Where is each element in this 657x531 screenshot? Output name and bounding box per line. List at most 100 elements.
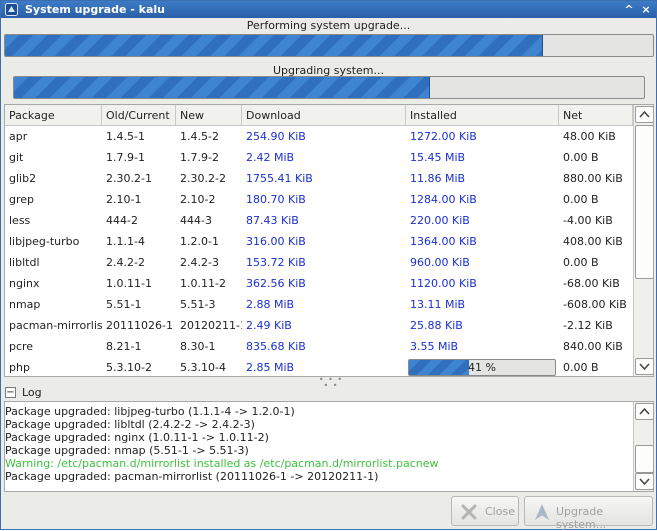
- scroll-down-button[interactable]: [635, 358, 653, 375]
- installed-size-cell: 3.55 MiB: [410, 340, 459, 353]
- table-row[interactable]: libjpeg-turbo 1.1.1-4 1.2.0-1 316.00 KiB 136…: [5, 231, 633, 252]
- table-row[interactable]: php 5.3.10-2 5.3.10-4 2.85 MiB 41 % 0.00 B: [5, 357, 633, 376]
- log-scroll-up-button[interactable]: [635, 403, 653, 420]
- main-progress-fill: [5, 35, 543, 56]
- upgrade-system-button[interactable]: Upgrade system...: [524, 496, 653, 531]
- package-cell: php: [9, 361, 30, 374]
- package-cell: nmap: [9, 298, 41, 311]
- package-cell: apr: [9, 130, 28, 143]
- new-version-cell: 2.10-2: [180, 193, 216, 206]
- chevron-down-icon: [639, 478, 650, 486]
- download-size-cell: 254.90 KiB: [246, 130, 306, 143]
- net-size-cell: 880.00 KiB: [563, 172, 623, 185]
- installed-size-cell: 13.11 MiB: [410, 298, 466, 311]
- close-button-label: Close: [485, 505, 515, 518]
- table-row[interactable]: nmap 5.51-1 5.51-3 2.88 MiB 13.11 MiB -608.00…: [5, 294, 633, 315]
- scroll-up-button[interactable]: [635, 106, 653, 123]
- log-scroll-down-button[interactable]: [635, 473, 653, 490]
- table-row[interactable]: glib2 2.30.2-1 2.30.2-2 1755.41 KiB 11.86 Mi…: [5, 168, 633, 189]
- download-size-cell: 2.88 MiB: [246, 298, 295, 311]
- log-line: Package upgraded: nginx (1.0.11-1 -> 1.0…: [5, 431, 269, 444]
- arch-logo-icon: [535, 504, 549, 520]
- log-scrollbar[interactable]: [633, 402, 653, 491]
- sub-progress-fill: [14, 77, 430, 98]
- download-size-cell: 2.49 KiB: [246, 319, 292, 332]
- net-size-cell: 0.00 B: [563, 256, 599, 269]
- table-row[interactable]: pcre 8.21-1 8.30-1 835.68 KiB 3.55 MiB 840.00…: [5, 336, 633, 357]
- download-size-cell: 835.68 KiB: [246, 340, 306, 353]
- old-version-cell: 2.4.2-2: [106, 256, 145, 269]
- installed-size-cell: 1284.00 KiB: [410, 193, 477, 206]
- new-version-cell: 1.0.11-2: [180, 277, 226, 290]
- log-view[interactable]: Package upgraded: libjpeg-turbo (1.1.1-4…: [4, 401, 654, 492]
- title-bar: System upgrade - kalu ^ ×: [1, 1, 656, 18]
- close-button[interactable]: Close: [451, 496, 519, 526]
- collapse-icon[interactable]: −: [5, 387, 16, 398]
- net-size-cell: -68.00 KiB: [563, 277, 620, 290]
- table-row[interactable]: pacman-mirrorlist 20111026-1 20120211-1 2.4…: [5, 315, 633, 336]
- new-version-cell: 444-3: [180, 214, 212, 227]
- table-row[interactable]: libltdl 2.4.2-2 2.4.2-3 153.72 KiB 960.00 Ki…: [5, 252, 633, 273]
- download-size-cell: 316.00 KiB: [246, 235, 306, 248]
- net-size-cell: -4.00 KiB: [563, 214, 613, 227]
- new-version-cell: 1.7.9-2: [180, 151, 219, 164]
- old-version-cell: 444-2: [106, 214, 138, 227]
- upgrade-button-label: Upgrade system...: [556, 505, 607, 531]
- package-cell: pacman-mirrorlist: [9, 319, 102, 332]
- package-cell: less: [9, 214, 31, 227]
- install-progress-text: 41 %: [468, 361, 496, 374]
- net-size-cell: 840.00 KiB: [563, 340, 623, 353]
- log-line: Package upgraded: libjpeg-turbo (1.1.1-4…: [5, 405, 295, 418]
- old-version-cell: 1.0.11-1: [106, 277, 152, 290]
- log-warning-line: Warning: /etc/pacman.d/mirrorlist instal…: [5, 457, 439, 470]
- old-version-cell: 8.21-1: [106, 340, 142, 353]
- table-row[interactable]: less 444-2 444-3 87.43 KiB 220.00 KiB -4.00 K…: [5, 210, 633, 231]
- pane-resize-handle[interactable]: • • • • •: [316, 376, 346, 390]
- chevron-down-icon: [639, 363, 650, 371]
- installed-size-cell: 15.45 MiB: [410, 151, 466, 164]
- table-row[interactable]: nginx 1.0.11-1 1.0.11-2 362.56 KiB 1120.00 K…: [5, 273, 633, 294]
- kalu-app-icon: [5, 3, 18, 16]
- package-cell: glib2: [9, 172, 37, 185]
- download-size-cell: 1755.41 KiB: [246, 172, 313, 185]
- package-cell: git: [9, 151, 24, 164]
- column-header-new[interactable]: New: [176, 105, 242, 126]
- column-header-installed[interactable]: Installed: [406, 105, 559, 126]
- close-window-button[interactable]: ×: [639, 3, 653, 16]
- sub-progress-bar: [13, 76, 645, 99]
- maximize-button[interactable]: ^: [622, 3, 636, 16]
- package-cell: libltdl: [9, 256, 40, 269]
- table-row[interactable]: git 1.7.9-1 1.7.9-2 2.42 MiB 15.45 MiB 0.00 B: [5, 147, 633, 168]
- installed-size-cell: 11.86 MiB: [410, 172, 466, 185]
- download-size-cell: 362.56 KiB: [246, 277, 306, 290]
- net-size-cell: 0.00 B: [563, 151, 599, 164]
- new-version-cell: 8.30-1: [180, 340, 216, 353]
- table-scrollbar[interactable]: [633, 105, 653, 376]
- new-version-cell: 1.2.0-1: [180, 235, 219, 248]
- column-header-old[interactable]: Old/Current: [102, 105, 176, 126]
- chevron-up-icon: [639, 110, 650, 118]
- log-scroll-thumb[interactable]: [635, 445, 653, 473]
- upgrade-window: System upgrade - kalu ^ × Performing sys…: [0, 0, 657, 531]
- old-version-cell: 2.30.2-1: [106, 172, 152, 185]
- installed-size-cell: 1364.00 KiB: [410, 235, 477, 248]
- installed-size-cell: 960.00 KiB: [410, 256, 470, 269]
- net-size-cell: -2.12 KiB: [563, 319, 613, 332]
- old-version-cell: 5.3.10-2: [106, 361, 152, 374]
- table-row[interactable]: apr 1.4.5-1 1.4.5-2 254.90 KiB 1272.00 KiB 48…: [5, 126, 633, 147]
- old-version-cell: 1.4.5-1: [106, 130, 145, 143]
- column-header-download[interactable]: Download: [242, 105, 406, 126]
- column-header-net[interactable]: Net: [559, 105, 633, 126]
- close-x-icon: [461, 504, 477, 520]
- scroll-thumb[interactable]: [635, 125, 653, 279]
- new-version-cell: 2.30.2-2: [180, 172, 226, 185]
- column-header-package[interactable]: Package: [5, 105, 102, 126]
- old-version-cell: 1.1.1-4: [106, 235, 145, 248]
- download-size-cell: 153.72 KiB: [246, 256, 306, 269]
- package-cell: nginx: [9, 277, 40, 290]
- window-title: System upgrade - kalu: [25, 3, 165, 16]
- table-row[interactable]: grep 2.10-1 2.10-2 180.70 KiB 1284.00 KiB 0.0…: [5, 189, 633, 210]
- package-cell: grep: [9, 193, 35, 206]
- new-version-cell: 5.3.10-4: [180, 361, 226, 374]
- main-progress-bar: [4, 34, 654, 57]
